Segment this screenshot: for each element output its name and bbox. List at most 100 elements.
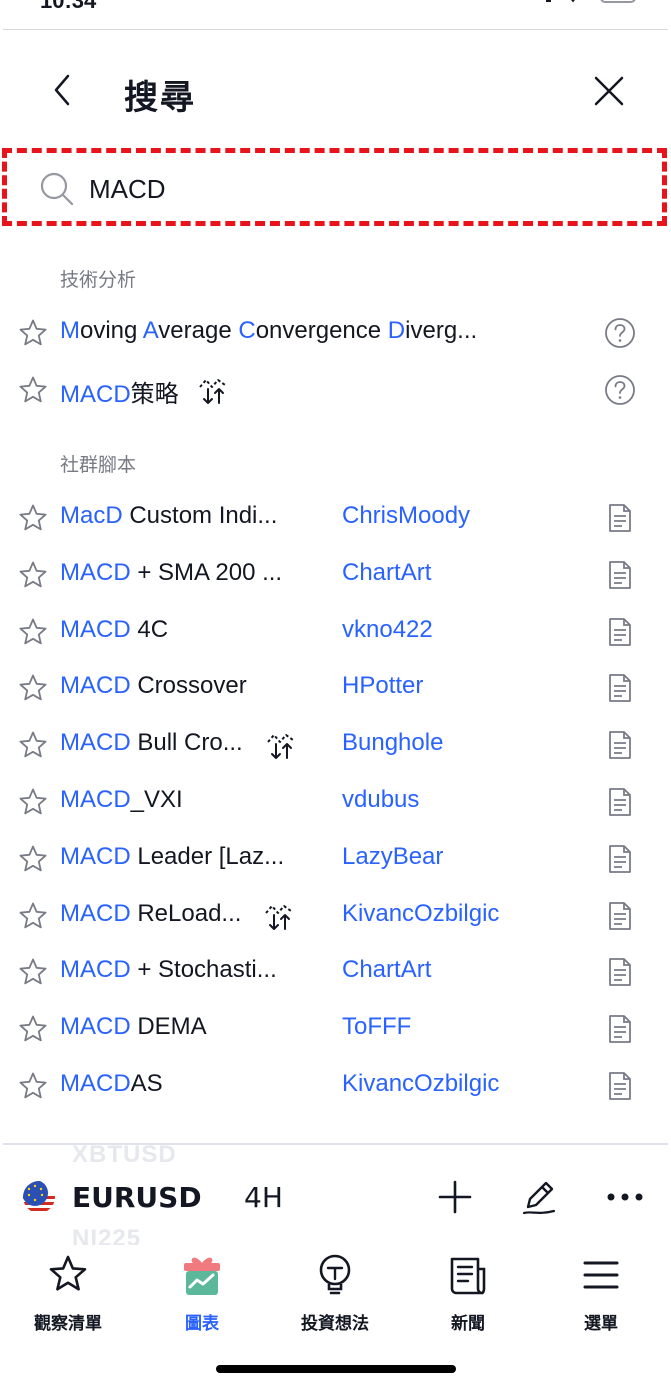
list-item[interactable]: MACDAS KivancOzbilgic: [0, 1058, 671, 1114]
script-name: MacD Custom Indi...: [60, 502, 277, 530]
script-author-link[interactable]: Bunghole: [342, 729, 443, 757]
star-icon: [49, 1255, 87, 1291]
name-match-highlight: A: [142, 317, 159, 344]
name-match-highlight: MACD: [60, 729, 131, 757]
list-item[interactable]: MACD + Stochasti... ChartArt: [0, 944, 671, 1000]
star-icon[interactable]: [18, 673, 48, 703]
section-label-community: 社群腳本: [60, 454, 137, 476]
help-icon[interactable]: [604, 317, 636, 349]
document-icon: [609, 844, 631, 873]
ghost-symbol-above: XBTUSD: [72, 1141, 177, 1168]
menu-icon: [583, 1261, 619, 1289]
list-item[interactable]: MACD + SMA 200 ... ChartArt: [0, 547, 671, 603]
document-icon: [609, 1015, 631, 1044]
script-name: MACD Leader [Laz...: [60, 843, 284, 871]
name-match-highlight: M: [60, 317, 80, 344]
script-name: MACD + Stochasti...: [60, 956, 277, 984]
page-title: 搜尋: [124, 78, 196, 118]
list-item[interactable]: Moving Average Convergence Diverg...: [0, 305, 671, 361]
name-text: 策略: [130, 381, 179, 408]
drawing-button[interactable]: [518, 1175, 562, 1219]
name-text: ReLoad...: [130, 899, 242, 927]
star-icon[interactable]: [18, 957, 48, 987]
script-author-link[interactable]: vkno422: [342, 616, 433, 644]
star-icon[interactable]: [18, 1014, 48, 1044]
search-input[interactable]: [89, 167, 629, 211]
star-icon[interactable]: [18, 617, 48, 647]
pen-icon: [522, 1181, 556, 1215]
list-item[interactable]: MACD 4C vkno422: [0, 604, 671, 660]
tab-menu[interactable]: 選單: [546, 1253, 656, 1334]
list-item[interactable]: MACD策略: [0, 362, 671, 418]
name-match-highlight: MACD: [60, 672, 131, 700]
script-name: MACD ReLoad...: [60, 900, 241, 928]
name-text: 4C: [130, 615, 169, 643]
star-icon[interactable]: [18, 1071, 48, 1101]
bottom-tab-bar: 觀察清單 圖表 投資想法 新聞 選單: [0, 1245, 671, 1390]
news-icon: [450, 1257, 486, 1295]
list-item[interactable]: MACD Crossover HPotter: [0, 660, 671, 716]
help-icon[interactable]: [604, 374, 636, 406]
status-time: 10:34: [40, 0, 97, 13]
list-item[interactable]: MACD DEMA ToFFF: [0, 1001, 671, 1057]
script-author-link[interactable]: KivancOzbilgic: [342, 1070, 499, 1098]
search-box: [2, 148, 667, 226]
symbol-label[interactable]: EURUSD: [72, 1181, 202, 1214]
star-icon[interactable]: [18, 318, 48, 348]
star-icon[interactable]: [18, 787, 48, 817]
script-name: MACD_VXI: [60, 786, 183, 814]
add-button[interactable]: [433, 1175, 477, 1219]
tab-ideas[interactable]: 投資想法: [280, 1253, 390, 1334]
script-name: Moving Average Convergence Diverg...: [60, 317, 477, 345]
name-text: Crossover: [130, 672, 247, 700]
tab-watchlist[interactable]: 觀察清單: [13, 1253, 123, 1334]
star-icon[interactable]: [18, 730, 48, 760]
home-indicator: [216, 1365, 456, 1373]
document-icon: [609, 504, 631, 532]
strategy-icon: [265, 904, 293, 930]
search-icon: [40, 172, 74, 206]
script-name: MACD 4C: [60, 616, 168, 644]
eu-us-flag-icon[interactable]: [22, 1180, 56, 1214]
star-icon[interactable]: [18, 503, 48, 533]
more-icon: [607, 1193, 643, 1201]
close-button[interactable]: [586, 68, 632, 114]
name-match-highlight: C: [238, 317, 256, 344]
status-icons: [546, 0, 636, 3]
star-icon[interactable]: [18, 901, 48, 931]
tab-chart[interactable]: 圖表: [147, 1253, 257, 1334]
interval-label[interactable]: 4H: [244, 1181, 283, 1214]
name-text: onvergence: [255, 317, 388, 344]
script-author-link[interactable]: ChrisMoody: [342, 502, 470, 530]
name-match-highlight: MACD: [60, 558, 131, 586]
script-author-link[interactable]: ToFFF: [342, 1013, 411, 1041]
document-icon: [609, 901, 631, 930]
name-text: Bull Cro...: [130, 729, 243, 757]
chart-toolbar: XBTUSD NI225 EURUSD 4H: [0, 1141, 671, 1252]
script-author-link[interactable]: ChartArt: [342, 956, 431, 984]
list-item[interactable]: MACD Leader [Laz... LazyBear: [0, 831, 671, 887]
document-icon: [609, 1072, 631, 1100]
document-icon: [609, 617, 631, 646]
star-icon[interactable]: [18, 375, 48, 405]
document-icon: [609, 731, 631, 760]
script-author-link[interactable]: ChartArt: [342, 559, 431, 587]
name-match-highlight: MACD: [60, 1070, 131, 1097]
back-button[interactable]: [40, 68, 84, 112]
tab-news[interactable]: 新聞: [413, 1253, 523, 1334]
tab-label: 新聞: [451, 1314, 485, 1334]
list-item[interactable]: MACD Bull Cro... Bunghole: [0, 717, 671, 773]
script-author-link[interactable]: LazyBear: [342, 843, 443, 871]
script-author-link[interactable]: vdubus: [342, 786, 419, 814]
more-button[interactable]: [603, 1175, 647, 1219]
list-item[interactable]: MACD_VXI vdubus: [0, 774, 671, 830]
name-text: AS: [130, 1070, 163, 1097]
document-icon: [609, 788, 631, 816]
star-icon[interactable]: [18, 560, 48, 590]
script-author-link[interactable]: HPotter: [342, 672, 423, 700]
name-text: Leader [Laz...: [130, 842, 285, 870]
star-icon[interactable]: [18, 844, 48, 874]
script-author-link[interactable]: KivancOzbilgic: [342, 900, 499, 928]
list-item[interactable]: MacD Custom Indi... ChrisMoody: [0, 490, 671, 546]
list-item[interactable]: MACD ReLoad... KivancOzbilgic: [0, 888, 671, 944]
